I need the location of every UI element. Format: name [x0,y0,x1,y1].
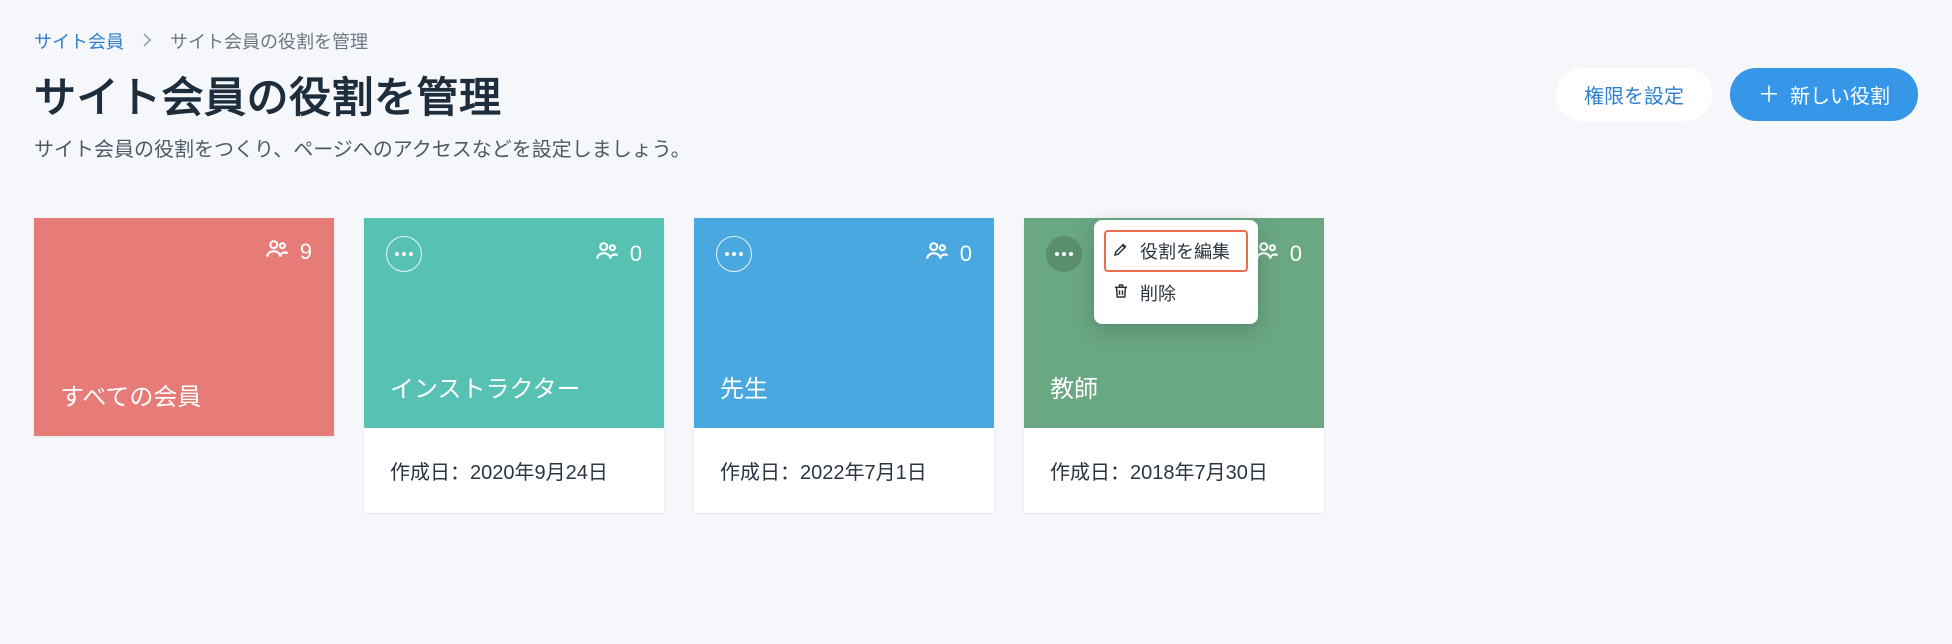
role-name: インストラクター [390,369,581,404]
breadcrumb-current: サイト会員の役割を管理 [170,28,368,54]
pencil-icon [1112,240,1130,263]
dots-icon [1055,252,1073,256]
member-count: 0 [594,238,642,270]
created-date: 作成日：2018年7月30日 [1024,428,1324,513]
member-count: 9 [264,236,312,268]
role-name: 教師 [1050,369,1098,404]
role-cards: 9 すべての会員 0 インストラクター 作成日：2020年9月24日 [34,218,1918,513]
new-role-button-label: 新しい役割 [1790,80,1890,109]
trash-icon [1112,282,1130,305]
more-button[interactable] [1046,236,1082,272]
more-button[interactable] [386,236,422,272]
card-dropdown: 役割を編集 削除 [1094,220,1258,324]
plus-icon: ＋ [1758,84,1780,106]
dots-icon [725,252,743,256]
member-count-value: 0 [960,241,972,267]
role-name: 先生 [720,369,768,404]
role-name: すべての会員 [60,377,201,412]
created-date: 作成日：2022年7月1日 [694,428,994,513]
chevron-right-icon [142,31,152,52]
edit-role-label: 役割を編集 [1140,238,1230,264]
members-icon [924,238,950,270]
member-count-value: 0 [630,241,642,267]
member-count-value: 0 [1290,241,1302,267]
delete-role-label: 削除 [1140,280,1176,306]
new-role-button[interactable]: ＋ 新しい役割 [1730,68,1918,121]
created-date: 作成日：2020年9月24日 [364,428,664,513]
breadcrumb-root[interactable]: サイト会員 [34,28,124,54]
page-title: サイト会員の役割を管理 [34,64,502,125]
member-count: 0 [924,238,972,270]
permissions-button[interactable]: 権限を設定 [1556,68,1712,121]
page-subtitle: サイト会員の役割をつくり、ページへのアクセスなどを設定しましょう。 [34,133,1918,162]
members-icon [264,236,290,268]
edit-role-menuitem[interactable]: 役割を編集 [1104,230,1248,272]
member-count-value: 9 [300,239,312,265]
role-card[interactable]: 0 先生 作成日：2022年7月1日 [694,218,994,513]
role-card[interactable]: 9 すべての会員 [34,218,334,436]
dots-icon [395,252,413,256]
members-icon [594,238,620,270]
role-card[interactable]: 0 インストラクター 作成日：2020年9月24日 [364,218,664,513]
delete-role-menuitem[interactable]: 削除 [1104,272,1248,314]
role-card[interactable]: 0 教師 役割を編集 削除 作成日：2018年7月30 [1024,218,1324,513]
breadcrumb: サイト会員 サイト会員の役割を管理 [34,28,1918,54]
member-count: 0 [1254,238,1302,270]
more-button[interactable] [716,236,752,272]
